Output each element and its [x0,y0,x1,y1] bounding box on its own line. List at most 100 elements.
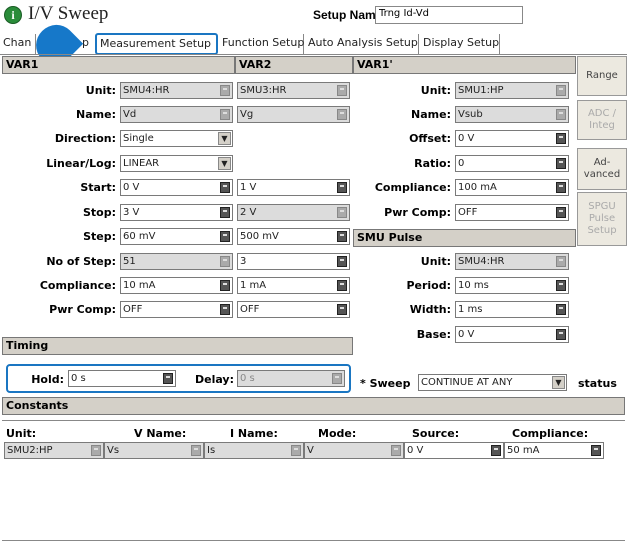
calculator-icon [220,280,230,291]
period-field[interactable]: 10 ms [455,277,569,294]
ratio-field[interactable]: 0 [455,155,569,172]
calculator-icon [220,207,230,218]
const-iname-value: Is [207,445,216,456]
chevron-down-icon: ▼ [218,157,231,170]
const-unit-value: SMU2:HP [7,445,53,456]
base-field[interactable]: 0 V [455,326,569,343]
var1-start-field[interactable]: 0 V [120,179,233,196]
const-iname-field[interactable]: Is [204,442,304,459]
var2-pwr-comp-value: OFF [240,304,260,315]
const-source-field[interactable]: 0 V [404,442,504,459]
var1p-pwr-comp-value: OFF [458,207,478,218]
const-unit-field[interactable]: SMU2:HP [4,442,104,459]
calculator-icon [591,445,601,456]
tab-display-setup[interactable]: Display Setup [420,34,500,54]
var2-pwr-comp-field[interactable]: OFF [237,301,350,318]
setup-name-input[interactable]: Trng Id-Vd [375,6,523,24]
smu-pulse-header: SMU Pulse [353,229,576,247]
var1-name-field[interactable]: Vd [120,106,233,123]
hold-value: 0 s [71,373,86,384]
adc-integ-button[interactable]: ADC / Integ [577,100,627,140]
var1-stop-field[interactable]: 3 V [120,204,233,221]
ratio-label: Ratio: [414,157,451,170]
keyboard-icon [191,445,201,456]
calculator-icon [332,373,342,384]
delay-field[interactable]: 0 s [237,370,345,387]
var1-unit-field[interactable]: SMU4:HR [120,82,233,99]
calculator-icon [556,158,566,169]
tab-auto-analysis-setup[interactable]: Auto Analysis Setup [305,34,419,54]
var2-start-field[interactable]: 1 V [237,179,350,196]
linear-log-value: LINEAR [123,158,160,169]
width-value: 1 ms [458,304,483,315]
hold-label: Hold: [31,373,64,386]
var1-pwr-comp-value: OFF [123,304,143,315]
base-value: 0 V [458,329,475,340]
var2-step-field[interactable]: 500 mV [237,228,350,245]
const-mode-field[interactable]: V [304,442,404,459]
info-icon: i [4,6,22,24]
sweep-label: * Sweep [360,377,411,390]
var1p-unit-field[interactable]: SMU1:HP [455,82,569,99]
keyboard-icon [220,109,230,120]
hold-field[interactable]: 0 s [68,370,176,387]
calculator-icon [337,182,347,193]
var2-unit-field[interactable]: SMU3:HR [237,82,350,99]
var1-pwr-comp-field[interactable]: OFF [120,301,233,318]
keyboard-icon [291,445,301,456]
var2-no-of-step-field[interactable]: 3 [237,253,350,270]
const-compliance-field[interactable]: 50 mA [504,442,604,459]
sweep-select[interactable]: CONTINUE AT ANY ▼ [418,374,567,391]
calculator-icon [556,133,566,144]
advanced-button[interactable]: Ad- vanced [577,148,627,190]
constants-header: Constants [2,397,625,415]
var2-start-value: 1 V [240,182,257,193]
spgu-pulse-setup-button[interactable]: SPGU Pulse Setup [577,192,627,246]
var2-no-of-step-value: 3 [240,256,247,267]
var1-unit-value: SMU4:HR [123,85,170,96]
pwr-comp-label: Pwr Comp: [49,303,116,316]
width-field[interactable]: 1 ms [455,301,569,318]
range-button[interactable]: Range [577,56,627,96]
linear-log-select[interactable]: LINEAR ▼ [120,155,233,172]
var1-step-field[interactable]: 60 mV [120,228,233,245]
calculator-icon [220,304,230,315]
keyboard-icon [556,109,566,120]
chevron-down-icon: ▼ [552,376,565,389]
width-label: Width: [409,303,451,316]
var1-compliance-field[interactable]: 10 mA [120,277,233,294]
calculator-icon [220,182,230,193]
var2-stop-field[interactable]: 2 V [237,204,350,221]
direction-select[interactable]: Single ▼ [120,130,233,147]
const-vname-field[interactable]: Vs [104,442,204,459]
window-title: I/V Sweep [28,3,109,24]
calculator-icon [391,445,401,456]
tab-channel[interactable]: Chan [0,34,36,54]
var1-no-of-step-field[interactable]: 51 [120,253,233,270]
pulse-unit-field[interactable]: SMU4:HR [455,253,569,270]
var1p-unit-label: Unit: [420,84,451,97]
tab-measurement-setup[interactable]: Measurement Setup [95,33,218,55]
var2-compliance-field[interactable]: 1 mA [237,277,350,294]
constants-divider [2,420,625,421]
calculator-icon [556,304,566,315]
var2-name-value: Vg [240,109,254,120]
no-of-step-label: No of Step: [46,255,116,268]
var2-compliance-value: 1 mA [240,280,267,291]
offset-value: 0 V [458,133,475,144]
const-col-compliance: Compliance: [512,427,589,440]
tab-function-setup[interactable]: Function Setup [219,34,304,54]
var2-header: VAR2 [235,56,353,74]
ratio-value: 0 [458,158,465,169]
var1p-name-field[interactable]: Vsub [455,106,569,123]
var2-unit-value: SMU3:HR [240,85,287,96]
const-col-vname: V Name: [134,427,187,440]
var1p-compliance-field[interactable]: 100 mA [455,179,569,196]
start-label: Start: [80,181,116,194]
var1p-compliance-label: Compliance: [374,181,451,194]
offset-field[interactable]: 0 V [455,130,569,147]
var1p-pwr-comp-field[interactable]: OFF [455,204,569,221]
const-col-mode: Mode: [318,427,357,440]
var1p-header: VAR1' [353,56,576,74]
var2-name-field[interactable]: Vg [237,106,350,123]
